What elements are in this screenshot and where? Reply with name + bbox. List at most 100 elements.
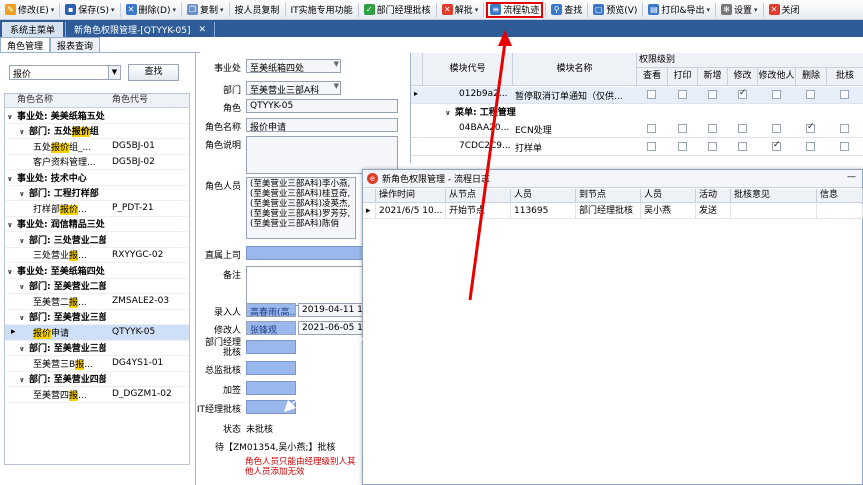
dialog-header-1[interactable]: 从节点 [446, 189, 511, 203]
expand-icon[interactable]: ∨ [19, 237, 29, 245]
header-module-code[interactable]: 模块代号 [423, 53, 513, 86]
perm-checkbox[interactable] [738, 124, 747, 133]
chevron-down-icon[interactable]: ▾ [111, 6, 115, 14]
toolbar-item-13[interactable]: ✕ 关闭 [766, 2, 803, 18]
toolbar-item-6[interactable]: ✓ 部门经理批核 [361, 2, 434, 18]
dialog-header-4[interactable]: 人员 [641, 189, 696, 203]
expand-icon[interactable]: ∨ [19, 345, 29, 353]
chevron-down-icon[interactable]: ▾ [475, 6, 479, 14]
tree-group-row[interactable]: ∨ 事业处: 润信精品三处 [5, 217, 189, 232]
grid-group-row[interactable]: ∨ 菜单: 工程管理 [423, 105, 863, 121]
perm-checkbox[interactable] [678, 90, 687, 99]
toolbar-item-2[interactable]: ✕ 删除(D) ▾ [123, 2, 179, 18]
tree-group-row[interactable]: ∨部门: 至美营业三部A科 [5, 310, 189, 325]
chevron-down-icon[interactable]: ▼ [108, 66, 120, 79]
chevron-down-icon[interactable]: ▼ [334, 82, 339, 90]
table-row[interactable]: 三处营业报... RXYYGC-02 [5, 248, 189, 263]
dept-select[interactable]: 至美营业三部A科 ▼ [246, 81, 341, 95]
tree-group-row[interactable]: ∨部门: 至美营业三部B科 [5, 341, 189, 356]
table-row[interactable]: 至美营三B报... DG4YS1-01 [5, 356, 189, 372]
expand-icon[interactable]: ∨ [19, 128, 29, 136]
table-row[interactable]: ▸ 012b9a2... 暂停取消订单通知（仅供... [411, 87, 863, 104]
header-perm-0[interactable]: 查看 [637, 68, 668, 86]
perm-checkbox[interactable] [840, 142, 849, 151]
header-perm-5[interactable]: 删除 [796, 68, 827, 86]
toolbar-item-9[interactable]: ⚲ 查找 [548, 2, 585, 18]
table-row[interactable]: 7CDC2C9... 打样单 [411, 139, 863, 156]
toolbar-item-10[interactable]: ▢ 预览(V) [590, 2, 640, 18]
expand-icon[interactable]: ∨ [19, 376, 29, 384]
header-perm-2[interactable]: 新增 [698, 68, 728, 86]
perm-checkbox[interactable] [772, 124, 781, 133]
chevron-down-icon[interactable]: ▾ [220, 6, 224, 14]
tree-group-row[interactable]: ∨ 部门: 五处报价组 [5, 124, 189, 139]
perm-checkbox[interactable] [806, 90, 815, 99]
perm-checkbox[interactable] [806, 122, 815, 133]
expand-icon[interactable]: ∨ [19, 283, 29, 291]
filter-combo[interactable]: 报价 ▼ [9, 65, 121, 80]
perm-checkbox[interactable] [708, 90, 717, 99]
tree-group-row[interactable]: ∨ 事业处: 美美纸箱五处 [5, 108, 189, 124]
role-name-field[interactable]: 报价申请 [246, 118, 398, 132]
tab-role-management[interactable]: 角色管理 [0, 37, 51, 52]
chevron-down-icon[interactable]: ▼ [334, 60, 339, 68]
perm-checkbox[interactable] [678, 142, 687, 151]
search-button[interactable]: 查找 [128, 64, 179, 81]
tree-group-row[interactable]: ∨ 事业处: 至美纸箱四处 [5, 263, 189, 279]
dialog-header-0[interactable]: 操作时间 [376, 189, 446, 203]
toolbar-item-11[interactable]: ▤ 打印&导出 ▾ [645, 2, 713, 18]
table-row[interactable]: ▸ 报价申请 QTYYK-05 [5, 325, 189, 341]
header-role-code[interactable]: 角色代号 [106, 94, 176, 107]
perm-checkbox[interactable] [806, 142, 815, 151]
perm-checkbox[interactable] [678, 124, 687, 133]
dialog-header-6[interactable]: 批核意见 [731, 189, 817, 203]
expand-icon[interactable]: ∨ [7, 113, 17, 121]
close-tab-icon[interactable]: ✕ [199, 25, 207, 35]
chevron-down-icon[interactable]: ▾ [706, 6, 710, 14]
division-select[interactable]: 至美纸箱四处 ▼ [246, 59, 341, 73]
dialog-header-7[interactable]: 信息 [817, 189, 863, 203]
table-row[interactable]: 至美营四报... D_DGZM1-02 [5, 387, 189, 403]
table-row[interactable]: 客户资料管理... DG5BJ-02 [5, 155, 189, 170]
perm-checkbox[interactable] [772, 90, 781, 99]
toolbar-item-4[interactable]: 按人员复制 [232, 2, 283, 18]
header-perm-6[interactable]: 批核 [827, 68, 863, 86]
perm-checkbox[interactable] [708, 124, 717, 133]
dialog-header-5[interactable]: 活动 [696, 189, 731, 203]
role-code-field[interactable]: QTYYK-05 [246, 99, 398, 113]
header-module-name[interactable]: 模块名称 [513, 53, 637, 86]
table-row[interactable]: 打样部报价... P_PDT-21 [5, 201, 189, 217]
tab-report-query[interactable]: 报表查询 [50, 37, 101, 52]
expand-icon[interactable]: ∨ [19, 190, 29, 198]
table-row[interactable]: 04BAA20... ECN处理 [411, 121, 863, 138]
toolbar-item-1[interactable]: ▪ 保存(S) ▾ [62, 2, 117, 18]
role-members-field[interactable]: (至美营业三部A科)李小燕,(至美营业三部A科)桂豆奇,(至美营业三部A科)凌英… [246, 177, 356, 239]
header-perm-1[interactable]: 打印 [668, 68, 698, 86]
tree-group-row[interactable]: ∨ 部门: 至美营业二部 [5, 279, 189, 294]
perm-checkbox[interactable] [647, 142, 656, 151]
tree-group-row[interactable]: ∨ 事业处: 技术中心 [5, 170, 189, 186]
perm-checkbox[interactable] [647, 90, 656, 99]
toolbar-item-12[interactable]: ✻ 设置 ▾ [718, 2, 761, 18]
header-role-name[interactable]: 角色名称 [5, 94, 106, 107]
tab-role-permission[interactable]: 新角色权限管理-[QTYYK-05] ✕ [65, 22, 216, 37]
tab-main-menu[interactable]: 系统主菜单 [2, 22, 64, 37]
header-perm-4[interactable]: 修改他人 [758, 68, 796, 86]
expand-icon[interactable]: ∨ [19, 314, 29, 322]
perm-checkbox[interactable] [708, 142, 717, 151]
toolbar-item-3[interactable]: ❐ 复制 ▾ [184, 2, 227, 18]
tree-group-row[interactable]: ∨ 部门: 工程打样部 [5, 186, 189, 201]
perm-checkbox[interactable] [647, 124, 656, 133]
perm-checkbox[interactable] [738, 142, 747, 151]
dialog-header-2[interactable]: 人员 [511, 189, 576, 203]
perm-checkbox[interactable] [840, 90, 849, 99]
chevron-down-icon[interactable]: ▾ [51, 6, 55, 14]
perm-checkbox[interactable] [840, 124, 849, 133]
chevron-down-icon[interactable]: ▾ [172, 6, 176, 14]
tree-group-row[interactable]: ∨ 部门: 至美营业四部 [5, 372, 189, 387]
perm-checkbox[interactable] [772, 140, 781, 151]
header-perm-3[interactable]: 修改 [728, 68, 758, 86]
dialog-header-3[interactable]: 到节点 [576, 189, 641, 203]
expand-icon[interactable]: ∨ [7, 221, 17, 229]
toolbar-item-8[interactable]: ≡ 流程轨迹 [486, 1, 544, 18]
